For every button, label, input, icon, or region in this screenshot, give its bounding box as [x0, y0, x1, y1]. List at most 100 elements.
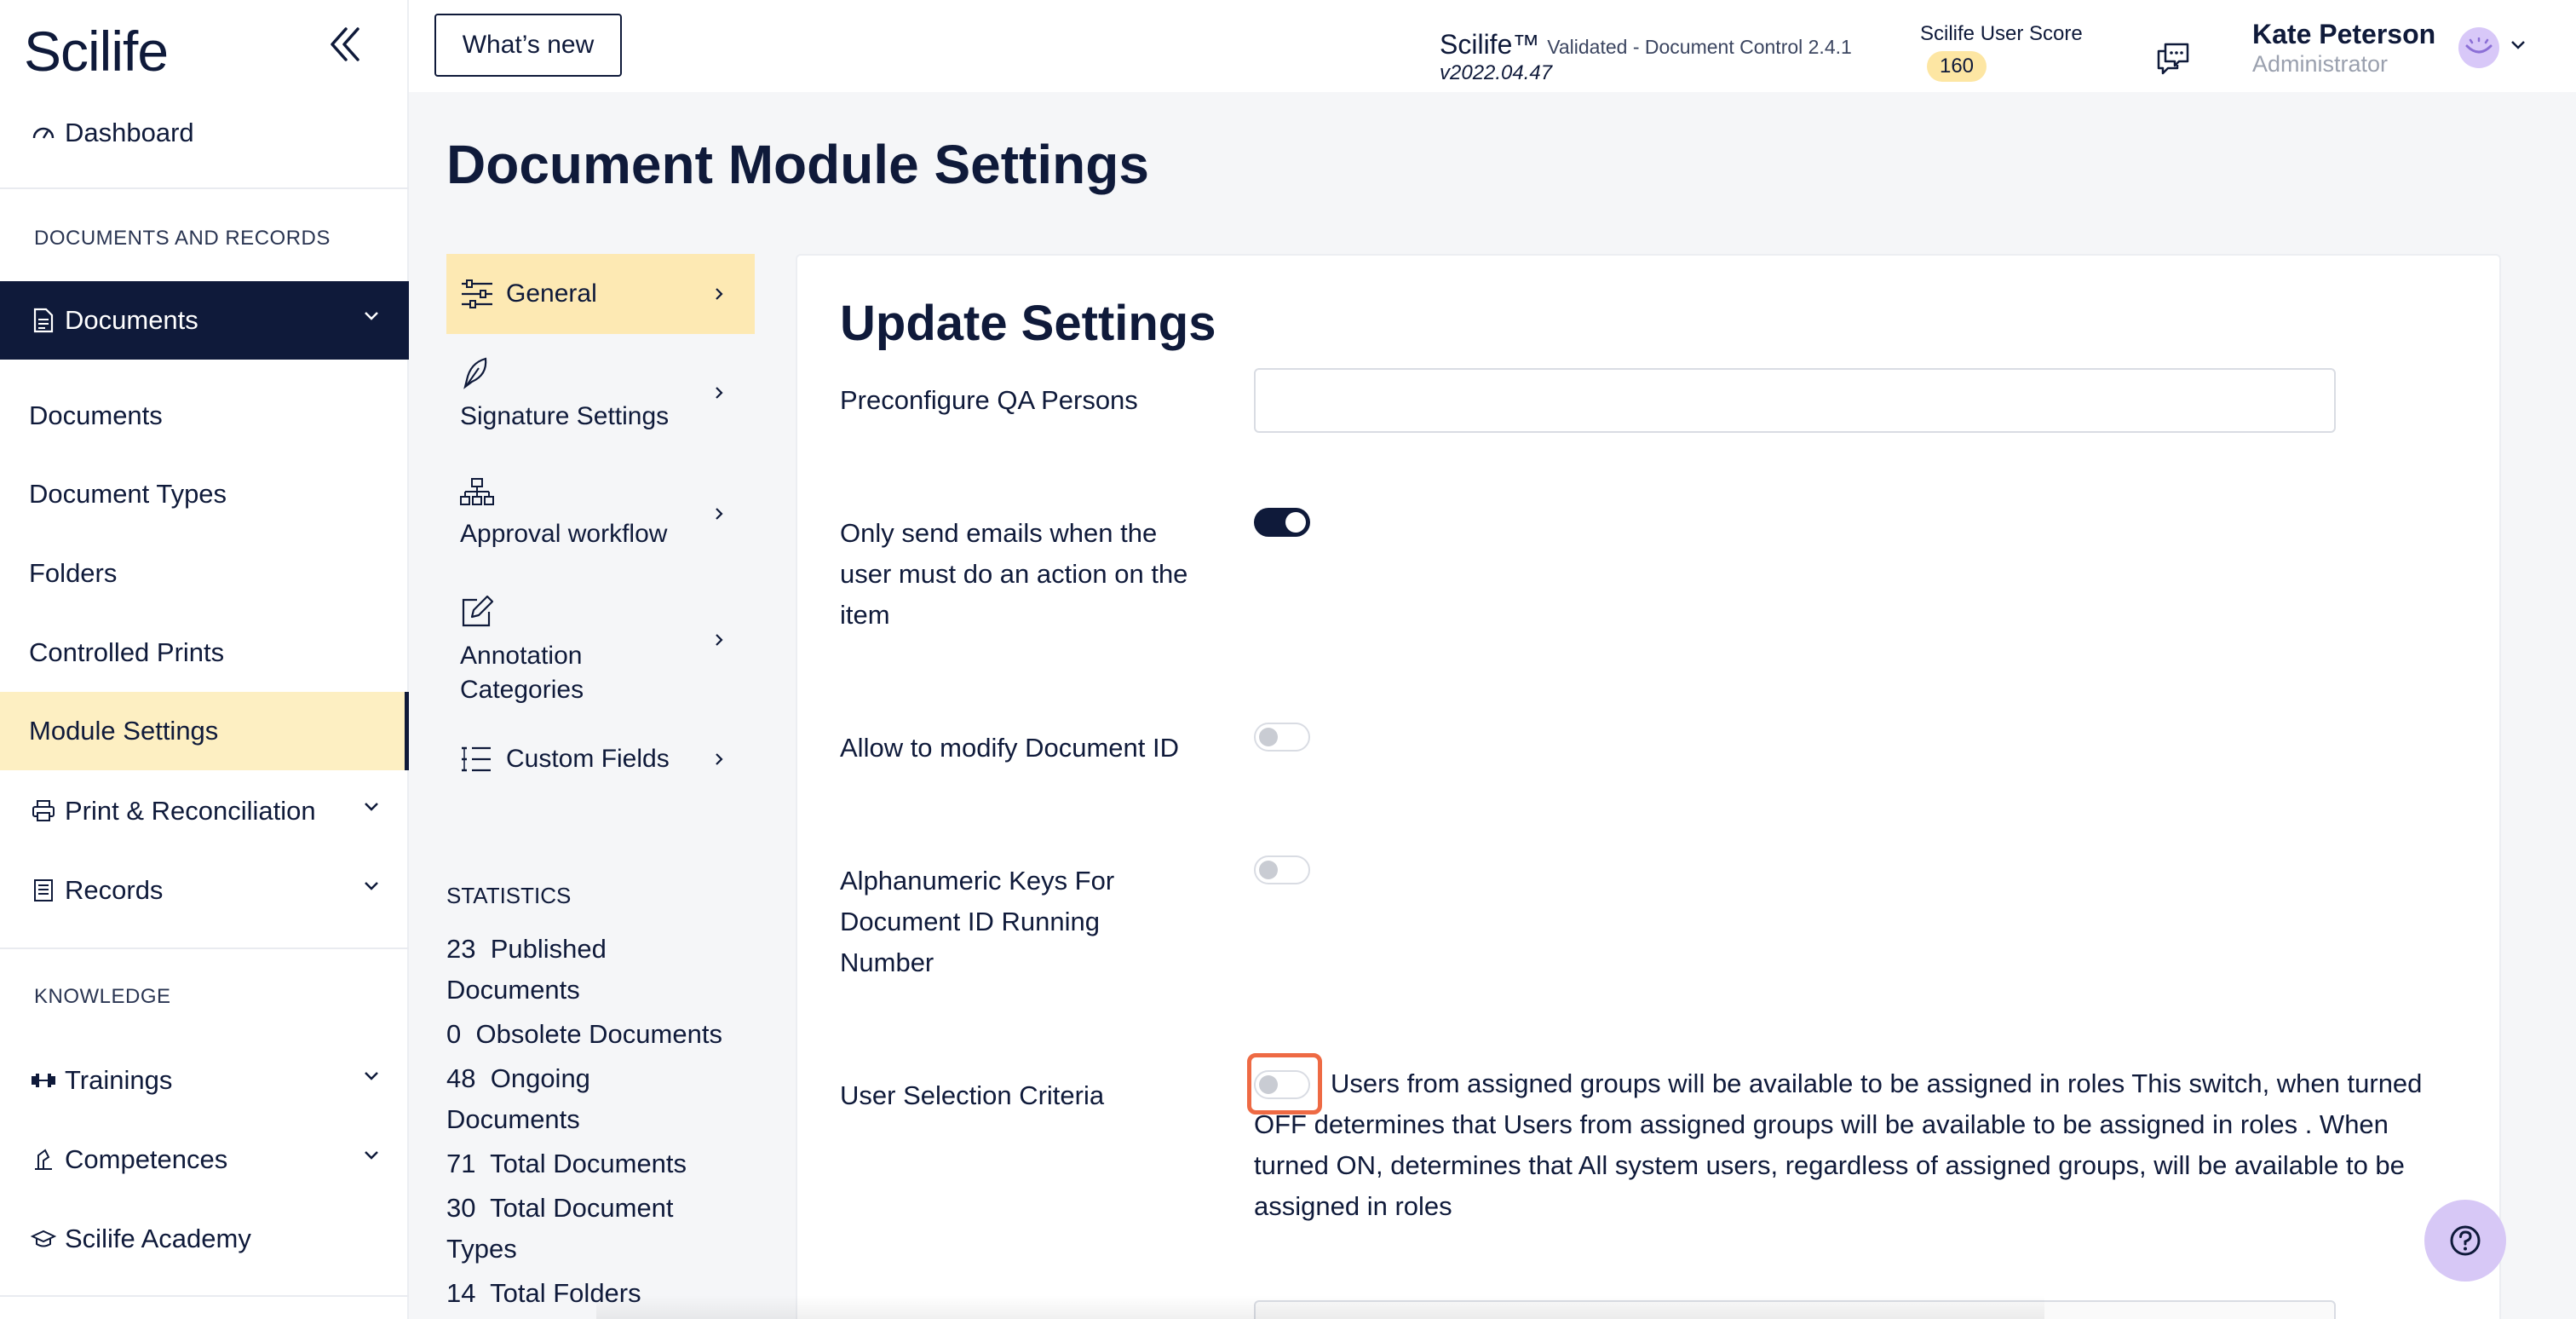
modify-document-id-label: Allow to modify Document ID — [840, 733, 1179, 763]
nav-trainings[interactable]: Trainings — [0, 1041, 409, 1120]
dashboard-gauge-icon — [29, 118, 58, 147]
user-score-badge: 160 — [1927, 51, 1987, 82]
chat-button[interactable] — [2153, 39, 2193, 78]
page-title: Document Module Settings — [446, 134, 1149, 195]
chevron-right-icon — [716, 288, 723, 300]
collapse-sidebar-button[interactable] — [324, 22, 365, 66]
chevron-down-icon — [365, 312, 378, 320]
user-selection-criteria-label: User Selection Criteria — [840, 1080, 1105, 1110]
scroll-shadow — [596, 1295, 2044, 1319]
help-icon — [2450, 1225, 2481, 1256]
nav-documents[interactable]: Documents — [0, 377, 409, 455]
nav-print-reconciliation-label: Print & Reconciliation — [65, 796, 316, 826]
records-icon — [29, 876, 58, 905]
settings-nav-signature-label: Signature Settings — [460, 402, 670, 430]
qa-persons-label: Preconfigure QA Persons — [840, 385, 1138, 415]
pen-nib-icon — [463, 357, 487, 389]
chat-icon — [2157, 43, 2189, 75]
edit-icon — [462, 595, 494, 627]
chevron-down-icon — [365, 1072, 378, 1080]
settings-nav-approval-label: Approval workflow — [460, 520, 668, 548]
chevron-right-icon — [716, 387, 723, 399]
nav-competences-label: Competences — [65, 1144, 228, 1174]
product-info: Scilife™ Validated - Document Control 2.… — [1440, 29, 1852, 60]
settings-nav-annotation-label: Annotation Categories — [460, 642, 584, 704]
nav-folders[interactable]: Folders — [0, 534, 409, 613]
double-chevron-left-icon — [331, 27, 359, 61]
chevron-down-icon[interactable] — [2510, 39, 2527, 51]
help-button[interactable] — [2424, 1200, 2506, 1282]
nav-dashboard[interactable]: Dashboard — [0, 94, 409, 172]
alphanumeric-keys-label: Alphanumeric Keys For Document ID Runnin… — [840, 866, 1115, 977]
scilife-logo[interactable]: Scilife — [24, 19, 169, 84]
nav-module-settings-label: Module Settings — [29, 716, 219, 746]
chevron-right-icon — [716, 508, 723, 520]
modify-document-id-toggle[interactable] — [1254, 723, 1310, 752]
nav-folders-label: Folders — [29, 558, 118, 588]
nav-dashboard-label: Dashboard — [65, 118, 194, 147]
nav-documents-group-label: Documents — [65, 305, 198, 335]
dumbbell-icon — [29, 1066, 58, 1095]
stat-total-documents: 71 Total Documents — [446, 1149, 687, 1178]
user-name[interactable]: Kate Peterson — [2252, 19, 2435, 50]
document-icon — [29, 306, 58, 335]
avatar-eye-icon — [2465, 37, 2493, 54]
settings-nav-custom-fields-label: Custom Fields — [506, 745, 670, 773]
user-role: Administrator — [2252, 51, 2389, 77]
settings-nav-annotation-categories[interactable]: Annotation Categories — [446, 595, 755, 711]
workflow-icon — [460, 478, 494, 505]
nav-trainings-label: Trainings — [65, 1065, 173, 1095]
nav-competences[interactable]: Competences — [0, 1120, 409, 1199]
nav-scilife-academy-label: Scilife Academy — [65, 1224, 251, 1253]
section-knowledge: KNOWLEDGE — [34, 985, 171, 1008]
nav-scilife-academy[interactable]: Scilife Academy — [0, 1200, 409, 1278]
stat-published: 23 Published Documents — [446, 934, 607, 1005]
settings-nav-approval-workflow[interactable]: Approval workflow — [446, 477, 755, 562]
sidebar-divider — [0, 947, 409, 949]
product-name: Scilife™ — [1440, 29, 1540, 60]
stat-total-document-types: 30 Total Document Types — [446, 1193, 674, 1264]
statistics-title: STATISTICS — [446, 883, 572, 908]
nav-controlled-prints[interactable]: Controlled Prints — [0, 613, 409, 692]
nav-print-reconciliation[interactable]: Print & Reconciliation — [0, 772, 409, 850]
sliders-icon — [462, 279, 492, 308]
nav-module-settings[interactable]: Module Settings — [0, 692, 409, 770]
stat-ongoing: 48 Ongoing Documents — [446, 1063, 590, 1134]
nav-controlled-prints-label: Controlled Prints — [29, 637, 225, 667]
qa-persons-input[interactable] — [1254, 368, 2336, 433]
printer-icon — [29, 797, 58, 826]
chevron-down-icon — [365, 882, 378, 890]
settings-nav-general[interactable]: General — [446, 254, 755, 334]
settings-nav-general-label: General — [506, 279, 597, 308]
nav-documents-label: Documents — [29, 400, 163, 430]
version-label: v2022.04.47 — [1440, 61, 1553, 84]
alphanumeric-keys-toggle[interactable] — [1254, 855, 1310, 884]
list-icon — [462, 746, 491, 772]
emails-label: Only send emails when the user must do a… — [840, 518, 1188, 630]
nav-document-types[interactable]: Document Types — [0, 455, 409, 533]
nav-document-types-label: Document Types — [29, 479, 227, 509]
sidebar-divider — [0, 187, 409, 189]
stat-obsolete: 0 Obsolete Documents — [446, 1019, 722, 1049]
avatar[interactable] — [2458, 27, 2499, 68]
chevron-down-icon — [365, 803, 378, 811]
update-settings-title: Update Settings — [840, 296, 1216, 351]
chevron-right-icon — [716, 634, 723, 646]
settings-nav-custom-fields[interactable]: Custom Fields — [446, 738, 755, 780]
nav-records[interactable]: Records — [0, 851, 409, 930]
settings-nav-signature[interactable]: Signature Settings — [446, 356, 755, 441]
nav-documents-group[interactable]: Documents — [0, 281, 409, 360]
competence-icon — [29, 1145, 58, 1174]
nav-records-label: Records — [65, 875, 164, 905]
chevron-down-icon — [365, 1151, 378, 1160]
user-score-label: Scilife User Score — [1920, 22, 2083, 45]
user-selection-criteria-description: Users from assigned groups will be avail… — [1254, 1068, 2423, 1221]
academy-cap-icon — [29, 1224, 58, 1253]
sidebar-divider — [0, 1295, 409, 1297]
product-description: Validated - Document Control 2.4.1 — [1547, 36, 1852, 58]
emails-toggle[interactable] — [1254, 508, 1310, 537]
sidebar: Scilife Dashboard DOCUMENTS AND RECORDS … — [0, 0, 409, 1319]
chevron-right-icon — [716, 753, 723, 765]
whats-new-button[interactable]: What’s new — [434, 14, 622, 77]
section-documents-records: DOCUMENTS AND RECORDS — [34, 227, 331, 250]
